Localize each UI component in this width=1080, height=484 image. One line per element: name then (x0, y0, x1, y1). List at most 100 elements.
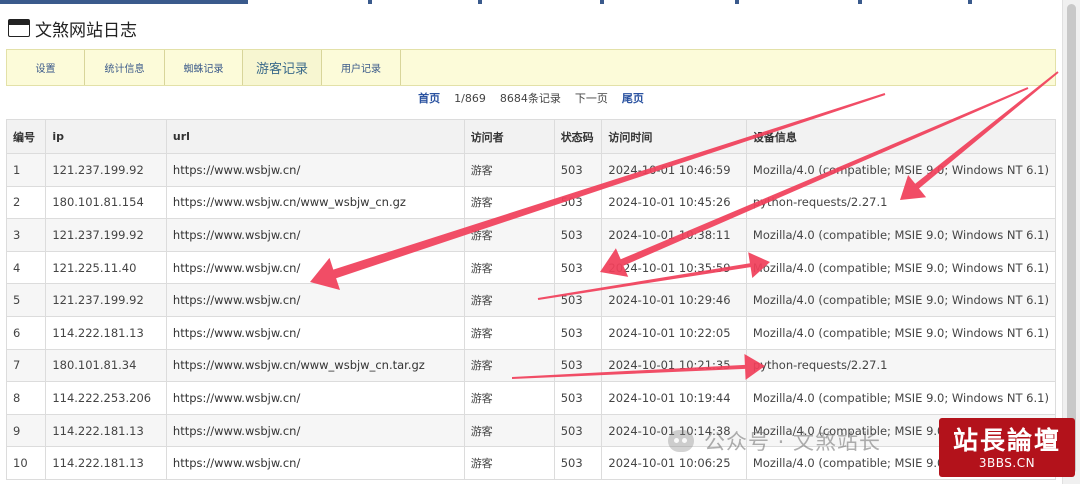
table-row: 7 180.101.81.34 https://www.wsbjw.cn/www_w… (5, 348, 1057, 383)
cell-url: https://www.wsbjw.cn/www_wsbjw_cn.gz (165, 185, 465, 220)
accent-segment (600, 0, 604, 4)
cell-device: Mozilla/4.0 (compatible; MSIE 9.0; Windo… (745, 315, 1057, 350)
cell-device: Mozilla/4.0 (compatible; MSIE 9.0; Windo… (745, 283, 1057, 317)
cell-url: https://www.wsbjw.cn/ (165, 446, 465, 480)
cell-visitor: 游客 (463, 446, 555, 480)
cell-status: 503 (553, 283, 603, 317)
cell-url: https://www.wsbjw.cn/ (165, 283, 465, 317)
cell-status: 503 (553, 250, 603, 285)
accent-segment (735, 0, 739, 4)
page-header: 文煞网站日志 (8, 16, 137, 41)
cell-url: https://www.wsbjw.cn/ (165, 250, 465, 285)
accent-segment (968, 0, 972, 4)
cell-status: 503 (553, 218, 603, 252)
cell-visitor: 游客 (463, 250, 555, 285)
cell-url: https://www.wsbjw.cn/www_wsbjw_cn.tar.gz (165, 348, 465, 383)
cell-id: 8 (5, 381, 47, 415)
cell-ip: 121.237.199.92 (45, 218, 167, 252)
cell-status: 503 (553, 315, 603, 350)
cell-id: 2 (5, 185, 47, 220)
accent-segment (368, 0, 372, 4)
cell-url: https://www.wsbjw.cn/ (165, 153, 465, 187)
cell-url: https://www.wsbjw.cn/ (165, 381, 465, 415)
cell-device: Mozilla/4.0 (compatible; MSIE 9.0; Windo… (745, 218, 1057, 252)
cell-visitor: 游客 (463, 348, 555, 383)
cell-device: Mozilla/4.0 (compatible; MSIE 9.0; Windo… (745, 381, 1057, 415)
cell-status: 503 (553, 446, 603, 480)
page-indicator: 1/869 (454, 91, 486, 105)
cell-status: 503 (553, 348, 603, 383)
cell-time: 2024-10-01 10:29:46 (601, 283, 747, 317)
cell-id: 7 (5, 348, 47, 383)
cell-visitor: 游客 (463, 283, 555, 317)
cell-url: https://www.wsbjw.cn/ (165, 413, 465, 448)
logo-domain-text: 3BBS.CN (978, 455, 1036, 470)
wechat-watermark: 公众号 · 文煞站长 (668, 426, 881, 456)
cell-url: https://www.wsbjw.cn/ (165, 218, 465, 252)
cell-id: 1 (5, 153, 47, 187)
column-header-status: 状态码 (553, 119, 603, 154)
column-header-id: 编号 (5, 119, 47, 154)
column-header-time: 访问时间 (601, 119, 747, 154)
cell-device: Mozilla/4.0 (compatible; MSIE 9.0; Windo… (745, 250, 1057, 285)
last-page-link[interactable]: 尾页 (622, 90, 644, 106)
cell-visitor: 游客 (463, 153, 555, 187)
next-page-link[interactable]: 下一页 (575, 90, 608, 106)
tab-visitor-records[interactable]: 游客记录 (243, 50, 322, 85)
table-row: 5 121.237.199.92 https://www.wsbjw.cn/游客 50… (5, 283, 1057, 317)
cell-status: 503 (553, 381, 603, 415)
watermark-text: 公众号 · 文煞站长 (704, 430, 882, 454)
table-row: 1 121.237.199.92 https://www.wsbjw.cn/游客 50… (5, 153, 1057, 187)
cell-visitor: 游客 (463, 381, 555, 415)
table-row: 2 180.101.81.154 https://www.wsbjw.cn/www_… (5, 185, 1057, 220)
cell-status: 503 (553, 185, 603, 220)
table-row: 6 114.222.181.13 https://www.wsbjw.cn/游客 50… (5, 315, 1057, 350)
cell-id: 9 (5, 413, 47, 448)
cell-ip: 180.101.81.154 (45, 185, 167, 220)
cell-visitor: 游客 (463, 218, 555, 252)
cell-ip: 114.222.181.13 (45, 315, 167, 350)
cell-time: 2024-10-01 10:22:05 (601, 315, 747, 350)
tab-statistics[interactable]: 统计信息 (85, 50, 165, 85)
cell-time: 2024-10-01 10:21:35 (601, 348, 747, 383)
cell-ip: 121.237.199.92 (45, 153, 167, 187)
table-row: 4 121.225.11.40 https://www.wsbjw.cn/游客 503… (5, 250, 1057, 285)
cell-id: 3 (5, 218, 47, 252)
page-title: 文煞网站日志 (35, 20, 137, 41)
cell-ip: 114.222.181.13 (45, 446, 167, 480)
accent-segment (858, 0, 862, 4)
cell-ip: 114.222.181.13 (45, 413, 167, 448)
tab-spider-records[interactable]: 蜘蛛记录 (165, 50, 243, 85)
column-header-url: url (165, 119, 465, 154)
pagination: 首页 1/869 8684条记录 下一页 尾页 (0, 90, 1062, 106)
cell-status: 503 (553, 413, 603, 448)
record-count: 8684条记录 (499, 92, 561, 105)
tab-user-records[interactable]: 用户记录 (322, 50, 401, 85)
column-header-visitor: 访问者 (463, 119, 555, 154)
cell-time: 2024-10-01 10:46:59 (601, 153, 747, 187)
table-row: 3 121.237.199.92 https://www.wsbjw.cn/游客 50… (5, 218, 1057, 252)
cell-device: Mozilla/4.0 (compatible; MSIE 9.0; Windo… (745, 153, 1057, 187)
cell-time: 2024-10-01 10:35:59 (601, 250, 747, 285)
cell-time: 2024-10-01 10:38:11 (601, 218, 747, 252)
table-row: 9 114.222.181.13 https://www.wsbjw.cn/游客 50… (5, 413, 1057, 448)
wechat-icon (668, 430, 694, 452)
scrollbar-thumb[interactable] (1067, 4, 1076, 474)
cell-visitor: 游客 (463, 413, 555, 448)
cell-id: 5 (5, 283, 47, 317)
forum-logo: 站長論壇 3BBS.CN (939, 418, 1075, 477)
table-row: 8 114.222.253.206 https://www.wsbjw.cn/游客 5… (5, 381, 1057, 415)
cell-ip: 180.101.81.34 (45, 348, 167, 383)
cell-visitor: 游客 (463, 185, 555, 220)
accent-segment (0, 0, 248, 4)
cell-ip: 114.222.253.206 (45, 381, 167, 415)
tab-settings[interactable]: 设置 (7, 50, 85, 85)
cell-time: 2024-10-01 10:45:26 (601, 185, 747, 220)
logo-chinese-text: 站長論壇 (952, 425, 1061, 455)
cell-time: 2024-10-01 10:19:44 (601, 381, 747, 415)
cell-visitor: 游客 (463, 315, 555, 350)
first-page-link[interactable]: 首页 (418, 90, 440, 106)
top-accent-bar (0, 0, 1060, 4)
vertical-scrollbar[interactable] (1062, 0, 1080, 484)
window-icon (8, 19, 30, 37)
